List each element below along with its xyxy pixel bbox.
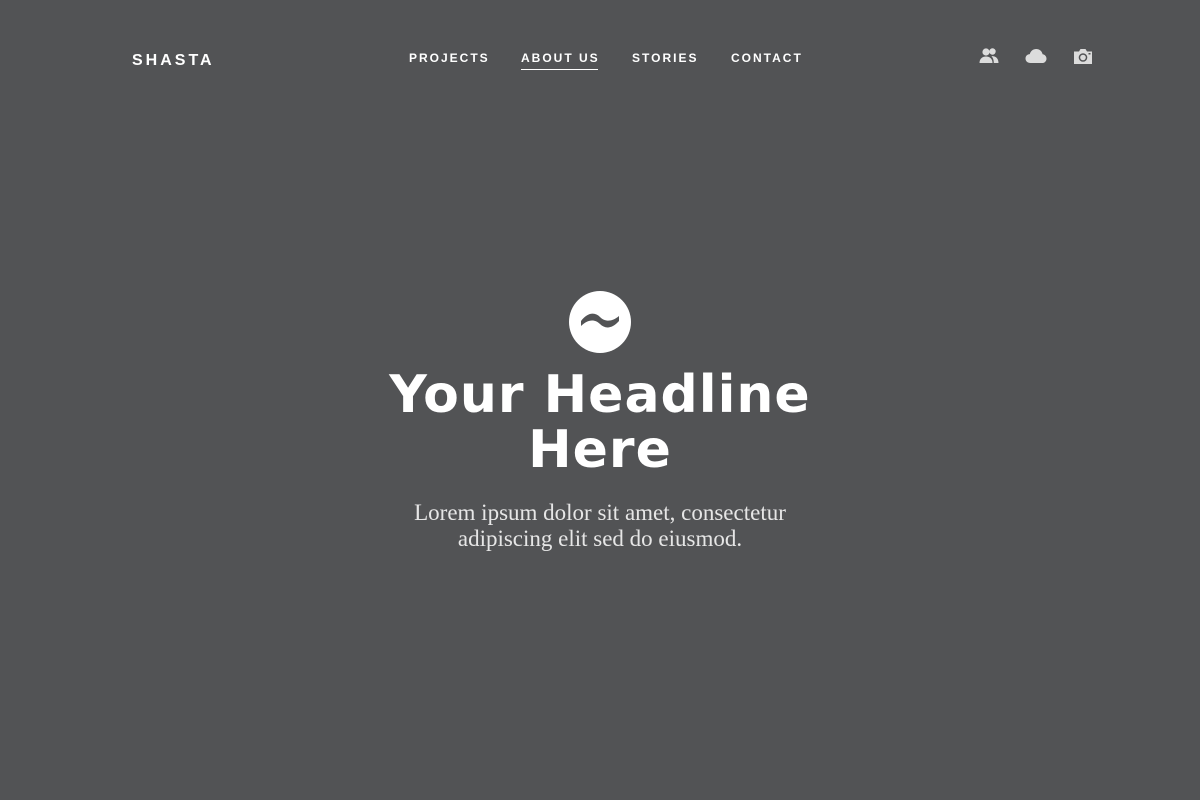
wave-circle-logo-icon (568, 290, 632, 354)
hero-subtext: Lorem ipsum dolor sit amet, consectetur … (414, 500, 786, 551)
nav-item-stories[interactable]: STORIES (632, 49, 698, 67)
cloud-icon[interactable] (1024, 44, 1048, 68)
nav-item-contact[interactable]: CONTACT (731, 49, 803, 67)
nav-item-projects[interactable]: PROJECTS (409, 49, 490, 67)
users-icon[interactable] (977, 44, 1001, 68)
camera-icon[interactable] (1071, 44, 1095, 68)
main-nav: PROJECTS ABOUT US STORIES CONTACT (0, 49, 1200, 73)
nav-item-about-us[interactable]: ABOUT US (521, 49, 600, 70)
hero-section: Your Headline Here Lorem ipsum dolor sit… (0, 290, 1200, 552)
hero-headline: Your Headline Here (389, 365, 811, 480)
page: SHASTA PROJECTS ABOUT US STORIES CONTACT (0, 0, 1200, 800)
